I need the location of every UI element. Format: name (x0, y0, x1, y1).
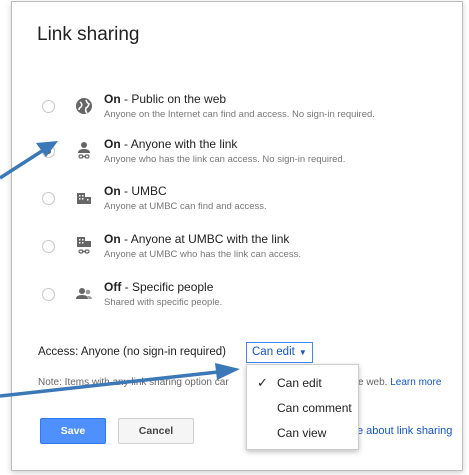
radio-anyone-with-link[interactable] (42, 145, 55, 158)
access-level-select[interactable]: Can edit ▼ (246, 342, 313, 363)
note-tail: e web. Learn more (358, 377, 441, 388)
checkmark-icon: ✓ (257, 375, 268, 390)
radio-specific-people[interactable] (42, 288, 55, 301)
access-value: Anyone (no sign-in required) (80, 346, 226, 358)
option-state: On (104, 184, 121, 198)
caret-down-icon: ▼ (298, 348, 307, 357)
option-label: Specific people (132, 280, 214, 294)
building-icon (73, 187, 95, 209)
option-state: On (104, 232, 121, 246)
option-umbc-with-link[interactable]: On - Anyone at UMBC with the link Anyone… (12, 230, 464, 270)
access-level-menu: ✓ Can edit Can comment Can view (246, 364, 359, 450)
access-label: Access: (38, 346, 79, 358)
option-label: UMBC (131, 184, 167, 198)
learn-more-link[interactable]: Learn more (390, 377, 441, 388)
option-description: Shared with specific people. (104, 297, 223, 308)
link-sharing-dialog: Link sharing On - Public on the web Anyo… (11, 1, 463, 471)
option-state: On (104, 92, 121, 106)
option-label: Anyone at UMBC with the link (130, 232, 290, 246)
option-description: Anyone who has the link can access. No s… (104, 154, 346, 165)
radio-umbc[interactable] (42, 192, 55, 205)
option-public-on-web[interactable]: On - Public on the web Anyone on the Int… (12, 90, 464, 130)
menu-item-can-edit[interactable]: ✓ Can edit (247, 371, 358, 395)
learn-about-link-sharing-link[interactable]: e about link sharing (357, 425, 452, 437)
radio-umbc-with-link[interactable] (42, 240, 55, 253)
menu-item-label: Can comment (277, 401, 352, 415)
menu-item-label: Can edit (277, 376, 322, 390)
option-description: Anyone at UMBC who has the link can acce… (104, 249, 301, 260)
option-label: Public on the web (131, 92, 227, 106)
access-row: Access: Anyone (no sign-in required) (38, 346, 226, 358)
people-icon (73, 283, 95, 305)
option-state: On (104, 137, 121, 151)
option-description: Anyone on the Internet can find and acce… (104, 109, 375, 120)
note-text: Note: Items with any link sharing option… (38, 377, 229, 388)
option-state: Off (104, 280, 122, 294)
option-umbc[interactable]: On - UMBC Anyone at UMBC can find and ac… (12, 182, 464, 222)
menu-item-label: Can view (277, 426, 327, 440)
radio-public-on-web[interactable] (42, 100, 55, 113)
menu-item-can-view[interactable]: Can view (247, 421, 358, 445)
option-specific-people[interactable]: Off - Specific people Shared with specif… (12, 278, 464, 318)
save-button[interactable]: Save (40, 418, 106, 444)
dialog-title: Link sharing (37, 24, 140, 45)
globe-icon (73, 95, 95, 117)
person-link-icon (73, 140, 95, 162)
option-label: Anyone with the link (130, 137, 238, 151)
learn-about-link-sharing[interactable]: e about link sharing (357, 425, 452, 437)
option-anyone-with-link[interactable]: On - Anyone with the link Anyone who has… (12, 135, 464, 175)
option-description: Anyone at UMBC can find and access. (104, 201, 267, 212)
note-tail-text: e web. (358, 377, 388, 388)
access-selected-value: Can edit (252, 346, 295, 358)
building-link-icon (73, 235, 95, 257)
cancel-button[interactable]: Cancel (118, 418, 194, 444)
menu-item-can-comment[interactable]: Can comment (247, 396, 358, 420)
